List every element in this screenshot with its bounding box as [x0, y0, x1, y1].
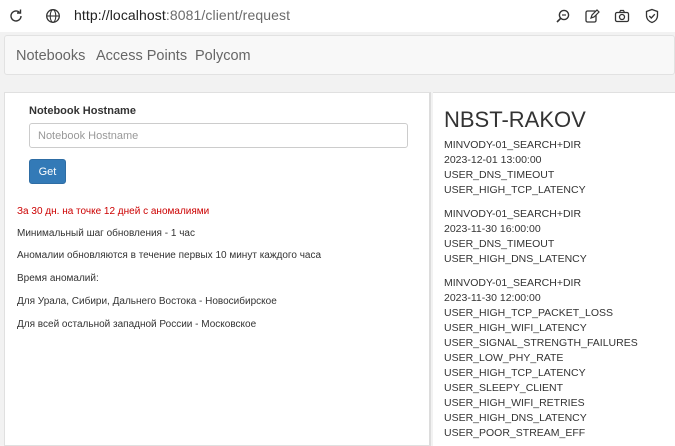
edit-icon[interactable]	[582, 6, 602, 26]
url-host: http://localhost	[74, 7, 166, 23]
nav-access-points[interactable]: Access Points	[96, 48, 187, 64]
zoom-icon[interactable]	[553, 6, 573, 26]
device-hostname: NBST-RAKOV	[444, 107, 586, 132]
anomaly-item: USER_LOW_PHY_RATE	[444, 352, 564, 364]
anomaly-summary: За 30 дн. на точке 12 дней с аномалиями	[17, 206, 210, 217]
access-point-name: MINVODY-01_SEARCH+DIR	[444, 139, 582, 151]
globe-icon	[43, 6, 63, 26]
get-button[interactable]: Get	[29, 159, 66, 184]
access-point-name: MINVODY-01_SEARCH+DIR	[444, 208, 582, 220]
anomaly-item: USER_POOR_STREAM_EFF	[444, 427, 586, 439]
info-line: Аномалии обновляются в течение первых 10…	[17, 250, 322, 261]
nav-notebooks[interactable]: Notebooks	[16, 48, 85, 64]
anomaly-item: USER_HIGH_TCP_LATENCY	[444, 184, 586, 196]
anomaly-item: USER_DNS_TIMEOUT	[444, 238, 555, 250]
info-line: Время аномалий:	[17, 273, 99, 284]
anomaly-item: USER_HIGH_DNS_LATENCY	[444, 412, 587, 424]
camera-icon[interactable]	[612, 6, 632, 26]
address-bar[interactable]: http://localhost:8081/client/request	[74, 7, 290, 23]
anomaly-time: 2023-11-30 16:00:00	[444, 223, 541, 235]
hostname-label: Notebook Hostname	[29, 105, 136, 117]
info-line: Минимальный шаг обновления - 1 час	[17, 228, 195, 239]
anomaly-group: MINVODY-01_SEARCH+DIR 2023-12-01 13:00:0…	[444, 138, 586, 198]
top-navbar: Notebooks Access Points Polycom	[4, 35, 675, 75]
access-point-name: MINVODY-01_SEARCH+DIR	[444, 277, 582, 289]
info-line: Для всей остальной западной России - Мос…	[17, 319, 257, 330]
anomaly-item: USER_HIGH_TCP_LATENCY	[444, 367, 586, 379]
nav-polycom[interactable]: Polycom	[195, 48, 251, 64]
anomaly-item: USER_HIGH_DNS_LATENCY	[444, 253, 587, 265]
anomaly-item: USER_SIGNAL_STRENGTH_FAILURES	[444, 337, 638, 349]
anomaly-item: USER_DNS_TIMEOUT	[444, 169, 555, 181]
hostname-input[interactable]	[29, 123, 408, 148]
url-path: :8081/client/request	[165, 7, 291, 23]
anomaly-group: MINVODY-01_SEARCH+DIR 2023-11-30 12:00:0…	[444, 276, 638, 441]
refresh-icon[interactable]	[6, 6, 26, 26]
results-panel: NBST-RAKOV MINVODY-01_SEARCH+DIR 2023-12…	[433, 92, 675, 446]
anomaly-item: USER_HIGH_WIFI_RETRIES	[444, 397, 585, 409]
anomaly-group: MINVODY-01_SEARCH+DIR 2023-11-30 16:00:0…	[444, 207, 587, 267]
shield-icon[interactable]	[642, 6, 662, 26]
anomaly-time: 2023-12-01 13:00:00	[444, 154, 542, 166]
anomaly-item: USER_HIGH_TCP_PACKET_LOSS	[444, 307, 614, 319]
browser-toolbar: http://localhost:8081/client/request	[0, 0, 675, 33]
anomaly-time: 2023-11-30 12:00:00	[444, 292, 541, 304]
request-panel: Notebook Hostname Get За 30 дн. на точке…	[4, 92, 431, 446]
anomaly-item: USER_SLEEPY_CLIENT	[444, 382, 564, 394]
info-line: Для Урала, Сибири, Дальнего Востока - Но…	[17, 296, 277, 307]
anomaly-item: USER_HIGH_WIFI_LATENCY	[444, 322, 587, 334]
